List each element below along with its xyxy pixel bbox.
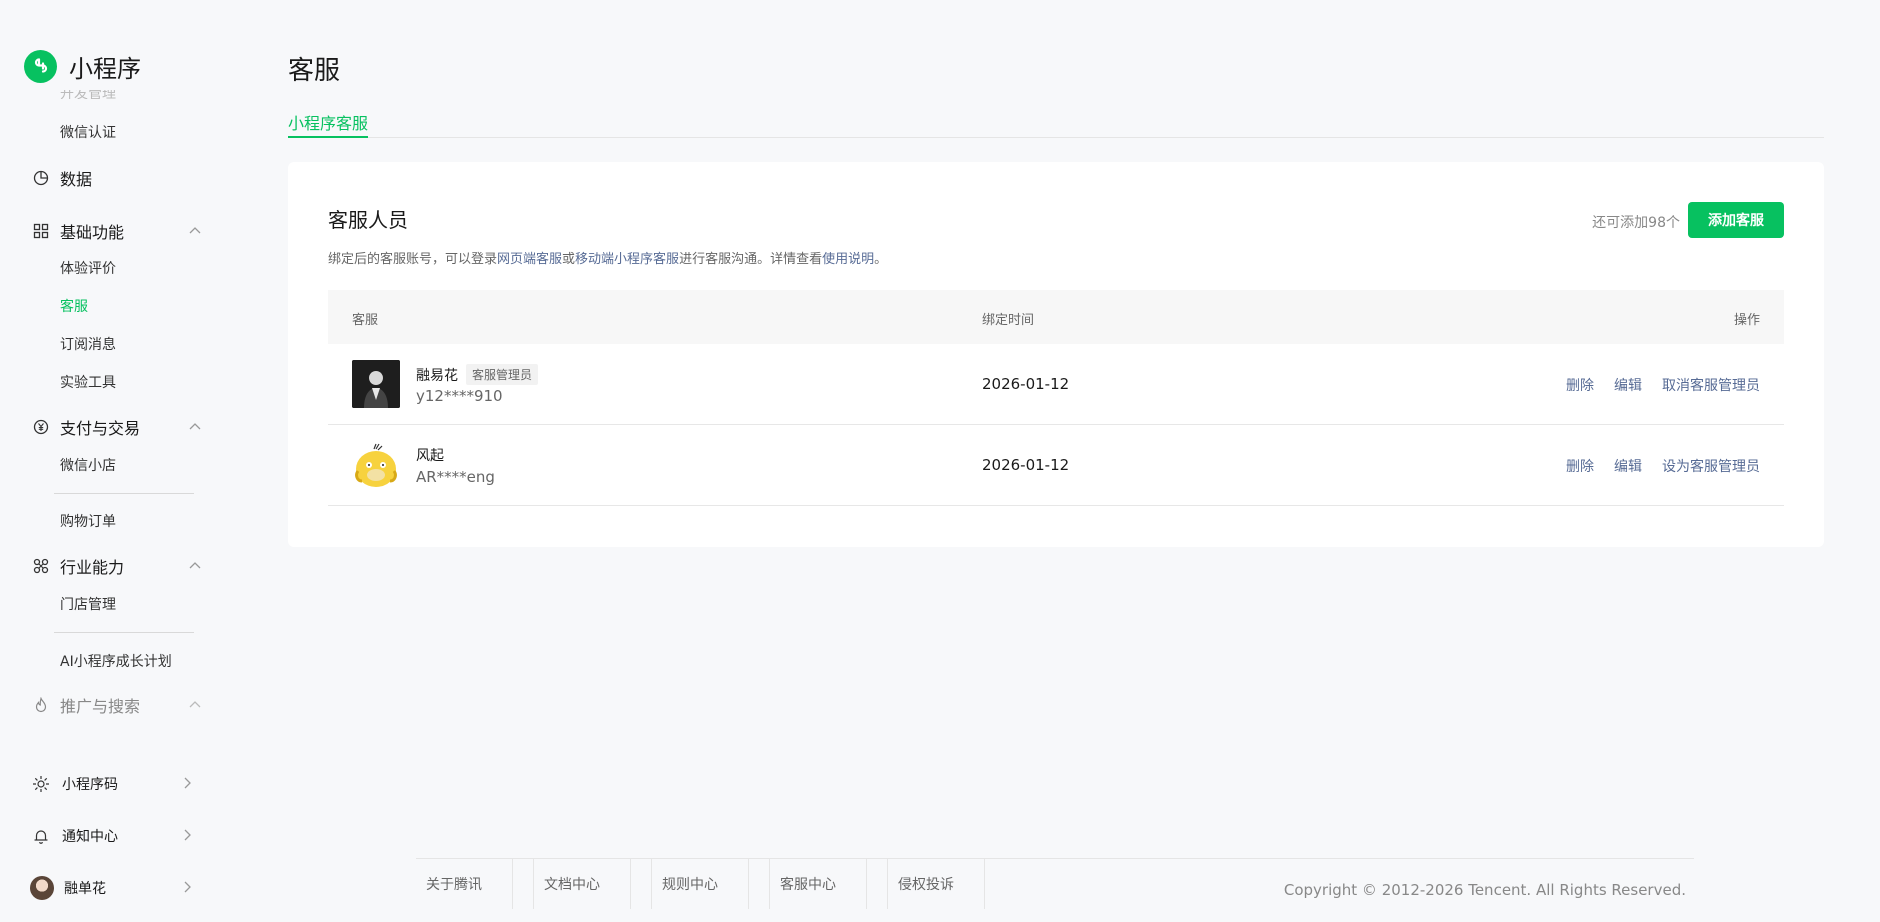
table-row: 风起 AR****eng 2026-01-12 删除 编辑 设为客服管理员	[328, 425, 1784, 506]
page-title: 客服	[288, 56, 341, 86]
sidebar-group-label: 行业能力	[60, 558, 125, 577]
footer-links: 关于腾讯 文档中心 规则中心 客服中心 侵权投诉	[416, 859, 985, 909]
sidebar-item-dev-manage[interactable]: 开发管理	[60, 90, 116, 99]
qrcode-sun-icon	[32, 775, 50, 793]
header-bind-time: 绑定时间	[982, 313, 1035, 328]
sidebar-group-label: 数据	[60, 170, 93, 189]
sidebar-item-account[interactable]: 融单花	[30, 876, 194, 900]
sidebar-bottom-label: 小程序码	[62, 777, 118, 793]
sidebar-item-wechat-auth[interactable]: 微信认证	[60, 123, 116, 143]
sidebar-group-payment[interactable]: 支付与交易	[32, 415, 202, 439]
chevron-up-icon	[188, 697, 202, 716]
sidebar-group-label: 支付与交易	[60, 419, 141, 438]
footer-link-complaint[interactable]: 侵权投诉	[887, 859, 985, 909]
sidebar-item-lab-tools[interactable]: 实验工具	[60, 373, 116, 393]
set-admin-link[interactable]: 设为客服管理员	[1662, 456, 1760, 476]
admin-badge: 客服管理员	[466, 364, 539, 385]
bind-date: 2026-01-12	[982, 375, 1070, 393]
sidebar-divider	[54, 632, 194, 633]
table-header: 客服 绑定时间 操作	[328, 290, 1784, 344]
sidebar-item-notifications[interactable]: 通知中心	[32, 824, 194, 848]
miniprogram-logo-icon	[24, 49, 57, 83]
footer-link-rules[interactable]: 规则中心	[651, 859, 749, 909]
service-staff-table: 客服 绑定时间 操作 融易花 客服管理员 y12****910 2026-01-…	[328, 290, 1784, 506]
desc-text: 。	[874, 252, 888, 267]
agent-avatar	[352, 360, 400, 408]
sidebar-group-promotion[interactable]: 推广与搜索	[32, 693, 202, 717]
agent-name-cell: 风起	[416, 445, 444, 465]
footer-link-about[interactable]: 关于腾讯	[416, 859, 513, 909]
sidebar-group-label: 基础功能	[60, 223, 125, 242]
mobile-service-link[interactable]: 移动端小程序客服	[575, 252, 679, 267]
brand[interactable]: 小程序	[24, 48, 141, 84]
agent-name: 融易花	[416, 367, 458, 384]
copyright: Copyright © 2012-2026 Tencent. All Right…	[1283, 881, 1686, 899]
sidebar: 小程序 开发管理 微信认证 数据 基础功能 体验评价 客服 订阅消息 实验工具	[0, 0, 232, 922]
sidebar-group-data[interactable]: 数据	[32, 166, 202, 190]
chevron-right-icon	[180, 828, 194, 846]
service-staff-card: 客服人员 绑定后的客服账号，可以登录网页端客服或移动端小程序客服进行客服沟通。详…	[288, 162, 1824, 547]
tab-miniprogram-service[interactable]: 小程序客服	[288, 110, 369, 138]
user-avatar	[30, 876, 54, 900]
sidebar-item-ai-growth[interactable]: AI小程序成长计划	[60, 652, 172, 672]
card-title: 客服人员	[328, 208, 408, 232]
sidebar-item-subscribe-message[interactable]: 订阅消息	[60, 335, 116, 355]
edit-link[interactable]: 编辑	[1614, 375, 1642, 395]
footer-link-docs[interactable]: 文档中心	[533, 859, 631, 909]
sidebar-bottom-label: 通知中心	[62, 829, 118, 845]
usage-guide-link[interactable]: 使用说明	[822, 252, 874, 267]
industry-icon	[32, 557, 50, 575]
table-row: 融易花 客服管理员 y12****910 2026-01-12 删除 编辑 取消…	[328, 344, 1784, 425]
footer: 关于腾讯 文档中心 规则中心 客服中心 侵权投诉 Copyright © 201…	[416, 858, 1694, 922]
row-actions: 删除 编辑 设为客服管理员	[1566, 456, 1760, 476]
sidebar-group-industry[interactable]: 行业能力	[32, 554, 202, 578]
delete-link[interactable]: 删除	[1566, 375, 1594, 395]
delete-link[interactable]: 删除	[1566, 456, 1594, 476]
chevron-up-icon	[188, 419, 202, 438]
row-actions: 删除 编辑 取消客服管理员	[1566, 375, 1760, 395]
sidebar-item-wechat-shop[interactable]: 微信小店	[60, 456, 116, 476]
agent-avatar	[352, 441, 400, 489]
sidebar-item-customer-service[interactable]: 客服	[60, 297, 88, 317]
sidebar-item-store-manage[interactable]: 门店管理	[60, 595, 116, 615]
chevron-right-icon	[180, 776, 194, 794]
fire-icon	[32, 696, 50, 714]
chevron-up-icon	[188, 558, 202, 577]
bell-icon	[32, 827, 50, 845]
agent-name-cell: 融易花 客服管理员	[416, 364, 539, 385]
chevron-up-icon	[188, 223, 202, 242]
chevron-right-icon	[180, 880, 194, 898]
agent-account: y12****910	[416, 387, 503, 405]
remaining-quota: 还可添加98个	[1592, 215, 1680, 231]
add-service-button[interactable]: 添加客服	[1688, 202, 1784, 238]
sidebar-bottom-label: 融单花	[64, 881, 106, 897]
sidebar-group-basic[interactable]: 基础功能	[32, 219, 202, 243]
bind-date: 2026-01-12	[982, 456, 1070, 474]
clock-pie-icon	[32, 169, 50, 187]
sidebar-scroll-fade	[0, 725, 232, 755]
web-service-link[interactable]: 网页端客服	[497, 252, 562, 267]
brand-name: 小程序	[69, 54, 141, 83]
sidebar-divider	[54, 493, 194, 494]
footer-link-service[interactable]: 客服中心	[769, 859, 867, 909]
agent-name: 风起	[416, 448, 444, 464]
agent-account: AR****eng	[416, 468, 495, 486]
edit-link[interactable]: 编辑	[1614, 456, 1642, 476]
card-description: 绑定后的客服账号，可以登录网页端客服或移动端小程序客服进行客服沟通。详情查看使用…	[328, 248, 887, 267]
header-actions: 操作	[1733, 313, 1760, 328]
tab-bar: 小程序客服	[288, 108, 1824, 138]
sidebar-item-qrcode[interactable]: 小程序码	[32, 772, 194, 796]
sidebar-group-label: 推广与搜索	[60, 697, 141, 716]
desc-text: 进行客服沟通。详情查看	[679, 252, 823, 267]
header-agent: 客服	[352, 313, 379, 328]
yuan-icon	[32, 418, 50, 436]
desc-text: 绑定后的客服账号，可以登录	[328, 252, 498, 267]
grid-apps-icon	[32, 222, 50, 240]
desc-text: 或	[562, 252, 576, 267]
sidebar-item-shopping-orders[interactable]: 购物订单	[60, 512, 116, 532]
cancel-admin-link[interactable]: 取消客服管理员	[1662, 375, 1760, 395]
sidebar-item-experience-review[interactable]: 体验评价	[60, 259, 116, 279]
